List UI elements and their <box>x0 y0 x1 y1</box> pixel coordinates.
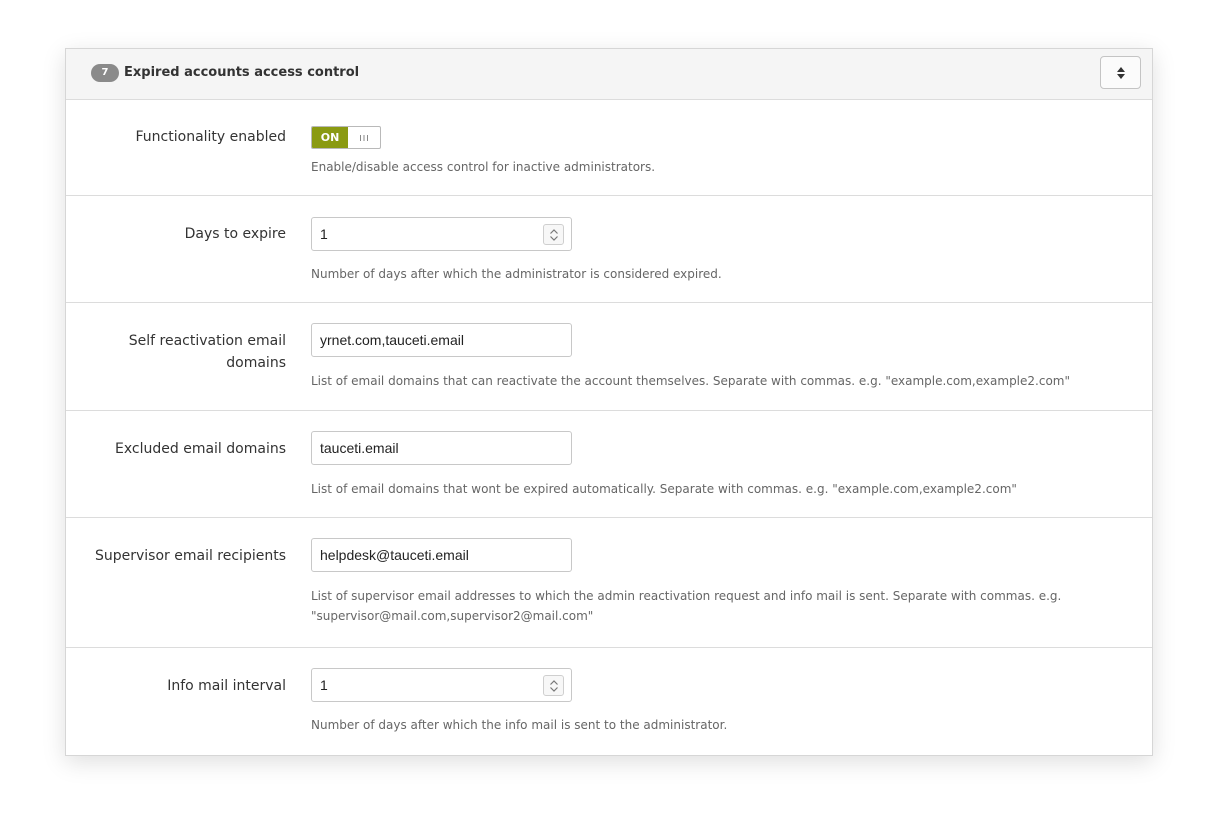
self-reactivation-input[interactable]: yrnet.com,tauceti.email <box>311 323 572 357</box>
info-mail-interval-row: Info mail interval 1 Number of days afte… <box>66 648 1152 755</box>
panel-header: 7 Expired accounts access control <box>66 49 1152 100</box>
spinner-icon[interactable] <box>543 224 564 245</box>
excluded-domains-help: List of email domains that wont be expir… <box>311 482 1017 496</box>
supervisor-recipients-help: List of supervisor email addresses to wh… <box>311 586 1121 626</box>
step-badge: 7 <box>91 64 119 82</box>
info-mail-interval-input[interactable]: 1 <box>311 668 572 702</box>
excluded-domains-label: Excluded email domains <box>115 441 286 457</box>
supervisor-recipients-value: helpdesk@tauceti.email <box>320 547 469 563</box>
self-reactivation-label-line2: domains <box>226 355 286 371</box>
toggle-on-label: ON <box>312 127 348 148</box>
functionality-help: Enable/disable access control for inacti… <box>311 160 656 174</box>
spinner-icon[interactable] <box>543 675 564 696</box>
panel-title: Expired accounts access control <box>124 65 360 80</box>
info-mail-interval-value: 1 <box>320 677 328 693</box>
self-reactivation-help: List of email domains that can reactivat… <box>311 374 1070 388</box>
toggle-handle-icon <box>348 127 380 148</box>
collapse-button[interactable] <box>1100 56 1141 89</box>
excluded-domains-input[interactable]: tauceti.email <box>311 431 572 465</box>
days-to-expire-row: Days to expire 1 Number of days after wh… <box>66 196 1152 303</box>
supervisor-recipients-input[interactable]: helpdesk@tauceti.email <box>311 538 572 572</box>
supervisor-recipients-help-line1: List of supervisor email addresses to wh… <box>311 589 1062 603</box>
self-reactivation-value: yrnet.com,tauceti.email <box>320 332 464 348</box>
functionality-label: Functionality enabled <box>135 129 286 145</box>
functionality-row: Functionality enabled ON Enable/disable … <box>66 100 1152 196</box>
excluded-domains-value: tauceti.email <box>320 440 399 456</box>
self-reactivation-label-line1: Self reactivation email <box>128 333 286 349</box>
supervisor-recipients-row: Supervisor email recipients helpdesk@tau… <box>66 518 1152 648</box>
self-reactivation-label: Self reactivation email domains <box>76 330 286 374</box>
info-mail-interval-help: Number of days after which the info mail… <box>311 718 728 732</box>
expired-accounts-panel: 7 Expired accounts access control Functi… <box>65 48 1153 756</box>
self-reactivation-row: Self reactivation email domains yrnet.co… <box>66 303 1152 411</box>
days-to-expire-help: Number of days after which the administr… <box>311 267 722 281</box>
supervisor-recipients-label: Supervisor email recipients <box>94 548 286 564</box>
info-mail-interval-label: Info mail interval <box>167 678 286 694</box>
days-to-expire-label: Days to expire <box>184 226 286 242</box>
sort-arrows-icon <box>1116 66 1125 79</box>
functionality-toggle[interactable]: ON <box>311 126 381 149</box>
days-to-expire-value: 1 <box>320 226 328 242</box>
days-to-expire-input[interactable]: 1 <box>311 217 572 251</box>
supervisor-recipients-help-line2: "supervisor@mail.com,supervisor2@mail.co… <box>311 609 594 623</box>
excluded-domains-row: Excluded email domains tauceti.email Lis… <box>66 411 1152 518</box>
